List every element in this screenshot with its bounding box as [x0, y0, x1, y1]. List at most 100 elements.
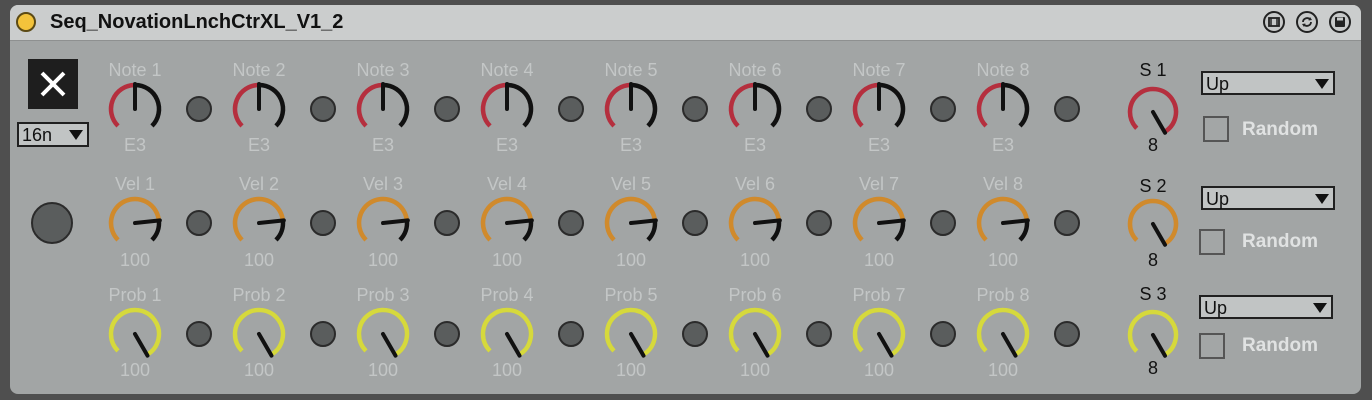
- refresh-icon[interactable]: [1296, 11, 1318, 33]
- prob-step-7-led[interactable]: [930, 321, 956, 347]
- vel-step-8-led[interactable]: [1054, 210, 1080, 236]
- note-knob-5[interactable]: [603, 81, 659, 137]
- prob-knob-7[interactable]: [851, 306, 907, 362]
- vel-knob-1-value: 100: [119, 250, 151, 270]
- note-step-4-led[interactable]: [558, 96, 584, 122]
- vel-step-4-led[interactable]: [558, 210, 584, 236]
- random-checkbox-3[interactable]: [1199, 333, 1225, 359]
- steps-2-knob[interactable]: [1126, 197, 1180, 251]
- note-step-3-led[interactable]: [434, 96, 460, 122]
- prob-knob-2[interactable]: [231, 306, 287, 362]
- vel-knob-8[interactable]: [975, 195, 1031, 251]
- device-activator-toggle[interactable]: [16, 12, 36, 32]
- prob-knob-1-label: Prob 1: [108, 285, 162, 305]
- rate-dropdown[interactable]: 16n: [17, 122, 89, 147]
- note-step-5-led[interactable]: [682, 96, 708, 122]
- prob-knob-8-label: Prob 8: [976, 285, 1030, 305]
- note-knob-7-value: E3: [867, 135, 891, 155]
- random-label-2: Random: [1242, 231, 1318, 252]
- prob-knob-7-value: 100: [863, 360, 895, 380]
- steps-3-label: S 3: [1139, 284, 1167, 304]
- steps-3-knob[interactable]: [1126, 308, 1180, 362]
- steps-2-label: S 2: [1139, 176, 1167, 196]
- prob-step-8-led[interactable]: [1054, 321, 1080, 347]
- note-knob-4-value: E3: [495, 135, 519, 155]
- prob-knob-1[interactable]: [107, 306, 163, 362]
- prob-step-1-led[interactable]: [186, 321, 212, 347]
- vel-knob-7-label: Vel 7: [858, 174, 900, 194]
- note-knob-1[interactable]: [107, 81, 163, 137]
- save-preset-icon[interactable]: [1329, 11, 1351, 33]
- prob-knob-8-value: 100: [987, 360, 1019, 380]
- steps-3-value: 8: [1147, 358, 1158, 378]
- vel-knob-2-value: 100: [243, 250, 275, 270]
- note-knob-4[interactable]: [479, 81, 535, 137]
- vel-step-2-led[interactable]: [310, 210, 336, 236]
- vel-knob-6[interactable]: [727, 195, 783, 251]
- note-knob-8-value: E3: [991, 135, 1015, 155]
- vel-step-3-led[interactable]: [434, 210, 460, 236]
- vel-step-1-led[interactable]: [186, 210, 212, 236]
- note-knob-6-label: Note 6: [728, 60, 782, 80]
- prob-knob-4[interactable]: [479, 306, 535, 362]
- rate-dropdown-value: 16n: [22, 125, 53, 145]
- random-checkbox-2[interactable]: [1199, 229, 1225, 255]
- vel-step-6-led[interactable]: [806, 210, 832, 236]
- prob-knob-6-label: Prob 6: [728, 285, 782, 305]
- vel-knob-1[interactable]: [107, 195, 163, 251]
- vel-knob-3[interactable]: [355, 195, 411, 251]
- note-knob-2[interactable]: [231, 81, 287, 137]
- direction-dropdown-3[interactable]: Up: [1199, 295, 1333, 319]
- prob-step-6-led[interactable]: [806, 321, 832, 347]
- prob-knob-8[interactable]: [975, 306, 1031, 362]
- vel-step-7-led[interactable]: [930, 210, 956, 236]
- run-button[interactable]: [31, 202, 73, 244]
- device-title: Seq_NovationLnchCtrXL_V1_2: [50, 11, 344, 33]
- vel-step-5-led[interactable]: [682, 210, 708, 236]
- vel-knob-3-label: Vel 3: [362, 174, 404, 194]
- note-knob-6[interactable]: [727, 81, 783, 137]
- prob-knob-4-value: 100: [491, 360, 523, 380]
- prob-step-4-led[interactable]: [558, 321, 584, 347]
- prob-step-2-led[interactable]: [310, 321, 336, 347]
- vel-knob-7[interactable]: [851, 195, 907, 251]
- note-knob-5-label: Note 5: [604, 60, 658, 80]
- vel-knob-2-label: Vel 2: [238, 174, 280, 194]
- note-step-1-led[interactable]: [186, 96, 212, 122]
- prob-knob-5[interactable]: [603, 306, 659, 362]
- note-step-2-led[interactable]: [310, 96, 336, 122]
- note-knob-8[interactable]: [975, 81, 1031, 137]
- vel-knob-5-label: Vel 5: [610, 174, 652, 194]
- vel-knob-5-value: 100: [615, 250, 647, 270]
- direction-dropdown-2[interactable]: Up: [1201, 186, 1335, 210]
- prob-knob-2-value: 100: [243, 360, 275, 380]
- vel-knob-6-value: 100: [739, 250, 771, 270]
- note-step-6-led[interactable]: [806, 96, 832, 122]
- random-checkbox-1[interactable]: [1203, 116, 1229, 142]
- prob-knob-6[interactable]: [727, 306, 783, 362]
- note-knob-8-label: Note 8: [976, 60, 1030, 80]
- note-knob-3-label: Note 3: [356, 60, 410, 80]
- hot-swap-icon[interactable]: [1263, 11, 1285, 33]
- note-knob-1-label: Note 1: [108, 60, 162, 80]
- note-step-7-led[interactable]: [930, 96, 956, 122]
- close-button[interactable]: [28, 59, 78, 109]
- vel-knob-4-value: 100: [491, 250, 523, 270]
- chevron-down-icon: [1315, 79, 1329, 89]
- prob-step-3-led[interactable]: [434, 321, 460, 347]
- prob-knob-3[interactable]: [355, 306, 411, 362]
- prob-knob-3-label: Prob 3: [356, 285, 410, 305]
- note-knob-3[interactable]: [355, 81, 411, 137]
- vel-knob-2[interactable]: [231, 195, 287, 251]
- random-label-3: Random: [1242, 335, 1318, 356]
- vel-knob-5[interactable]: [603, 195, 659, 251]
- note-step-8-led[interactable]: [1054, 96, 1080, 122]
- chevron-down-icon: [1315, 194, 1329, 204]
- prob-knob-5-value: 100: [615, 360, 647, 380]
- direction-dropdown-1[interactable]: Up: [1201, 71, 1335, 95]
- prob-knob-4-label: Prob 4: [480, 285, 534, 305]
- prob-step-5-led[interactable]: [682, 321, 708, 347]
- steps-1-knob[interactable]: [1126, 85, 1180, 139]
- note-knob-7[interactable]: [851, 81, 907, 137]
- vel-knob-4[interactable]: [479, 195, 535, 251]
